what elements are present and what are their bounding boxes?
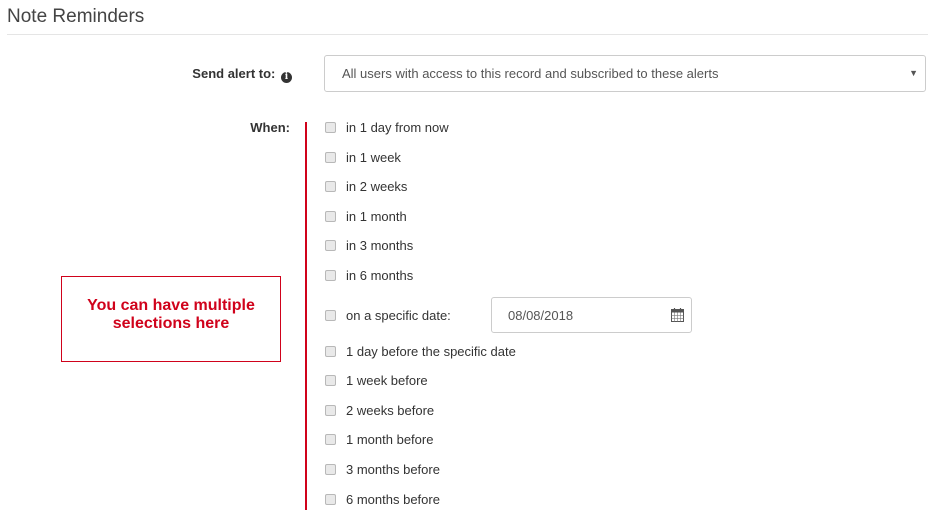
option-label: in 2 weeks <box>346 178 408 194</box>
send-alert-label: Send alert to: i <box>192 66 292 83</box>
option-label: in 6 months <box>346 267 414 283</box>
callout-line-1: You can have multiple <box>87 297 255 314</box>
page-title: Note Reminders <box>7 6 145 27</box>
option-label: 1 week before <box>346 372 428 388</box>
option-label: in 1 month <box>346 208 407 224</box>
specific-date-value: 08/08/2018 <box>508 308 574 323</box>
option-2-weeks-before[interactable]: 2 weeks before <box>325 401 434 419</box>
option-6-months-before[interactable]: 6 months before <box>325 490 440 508</box>
option-1-month-before[interactable]: 1 month before <box>325 430 433 448</box>
checkbox[interactable] <box>325 493 336 505</box>
option-1-day-before[interactable]: 1 day before the specific date <box>325 342 516 360</box>
checkbox[interactable] <box>325 210 336 222</box>
option-label: 1 day before the specific date <box>346 343 516 359</box>
checkbox[interactable] <box>325 121 336 133</box>
checkbox[interactable] <box>325 151 336 163</box>
checkbox[interactable] <box>325 180 336 192</box>
option-in-3-months[interactable]: in 3 months <box>325 236 413 254</box>
send-alert-select[interactable]: All users with access to this record and… <box>324 55 926 92</box>
checkbox[interactable] <box>325 404 336 416</box>
option-label: 3 months before <box>346 461 440 477</box>
chevron-down-icon: ▼ <box>909 68 918 78</box>
option-label: on a specific date: <box>346 307 451 323</box>
option-in-1-day[interactable]: in 1 day from now <box>325 118 449 136</box>
send-alert-label-text: Send alert to: <box>192 66 276 81</box>
send-alert-select-value: All users with access to this record and… <box>342 66 719 81</box>
option-in-1-month[interactable]: in 1 month <box>325 207 407 225</box>
option-1-week-before[interactable]: 1 week before <box>325 371 428 389</box>
option-in-6-months[interactable]: in 6 months <box>325 266 413 284</box>
option-in-2-weeks[interactable]: in 2 weeks <box>325 177 407 195</box>
checkbox[interactable] <box>325 374 336 386</box>
callout-line-2: selections here <box>112 315 230 332</box>
checkbox[interactable] <box>325 269 336 281</box>
option-label: in 1 week <box>346 149 401 165</box>
checkbox[interactable] <box>325 239 336 251</box>
checkbox[interactable] <box>325 345 336 357</box>
option-3-months-before[interactable]: 3 months before <box>325 460 440 478</box>
option-label: in 3 months <box>346 237 414 253</box>
specific-date-input[interactable]: 08/08/2018 <box>491 297 692 333</box>
info-circle-icon[interactable]: i <box>281 72 292 83</box>
checkbox[interactable] <box>325 309 336 321</box>
title-divider <box>7 34 928 35</box>
calendar-icon[interactable] <box>671 308 684 322</box>
option-label: in 1 day from now <box>346 119 449 135</box>
option-label: 6 months before <box>346 491 440 507</box>
option-label: 1 month before <box>346 431 434 447</box>
checkbox[interactable] <box>325 463 336 475</box>
annotation-bracket-line <box>305 122 307 510</box>
option-label: 2 weeks before <box>346 402 435 418</box>
option-in-1-week[interactable]: in 1 week <box>325 148 401 166</box>
option-specific-date[interactable]: on a specific date: <box>325 306 451 324</box>
annotation-callout: You can have multiple selections here <box>61 276 281 362</box>
checkbox[interactable] <box>325 433 336 445</box>
when-label: When: <box>250 120 290 135</box>
